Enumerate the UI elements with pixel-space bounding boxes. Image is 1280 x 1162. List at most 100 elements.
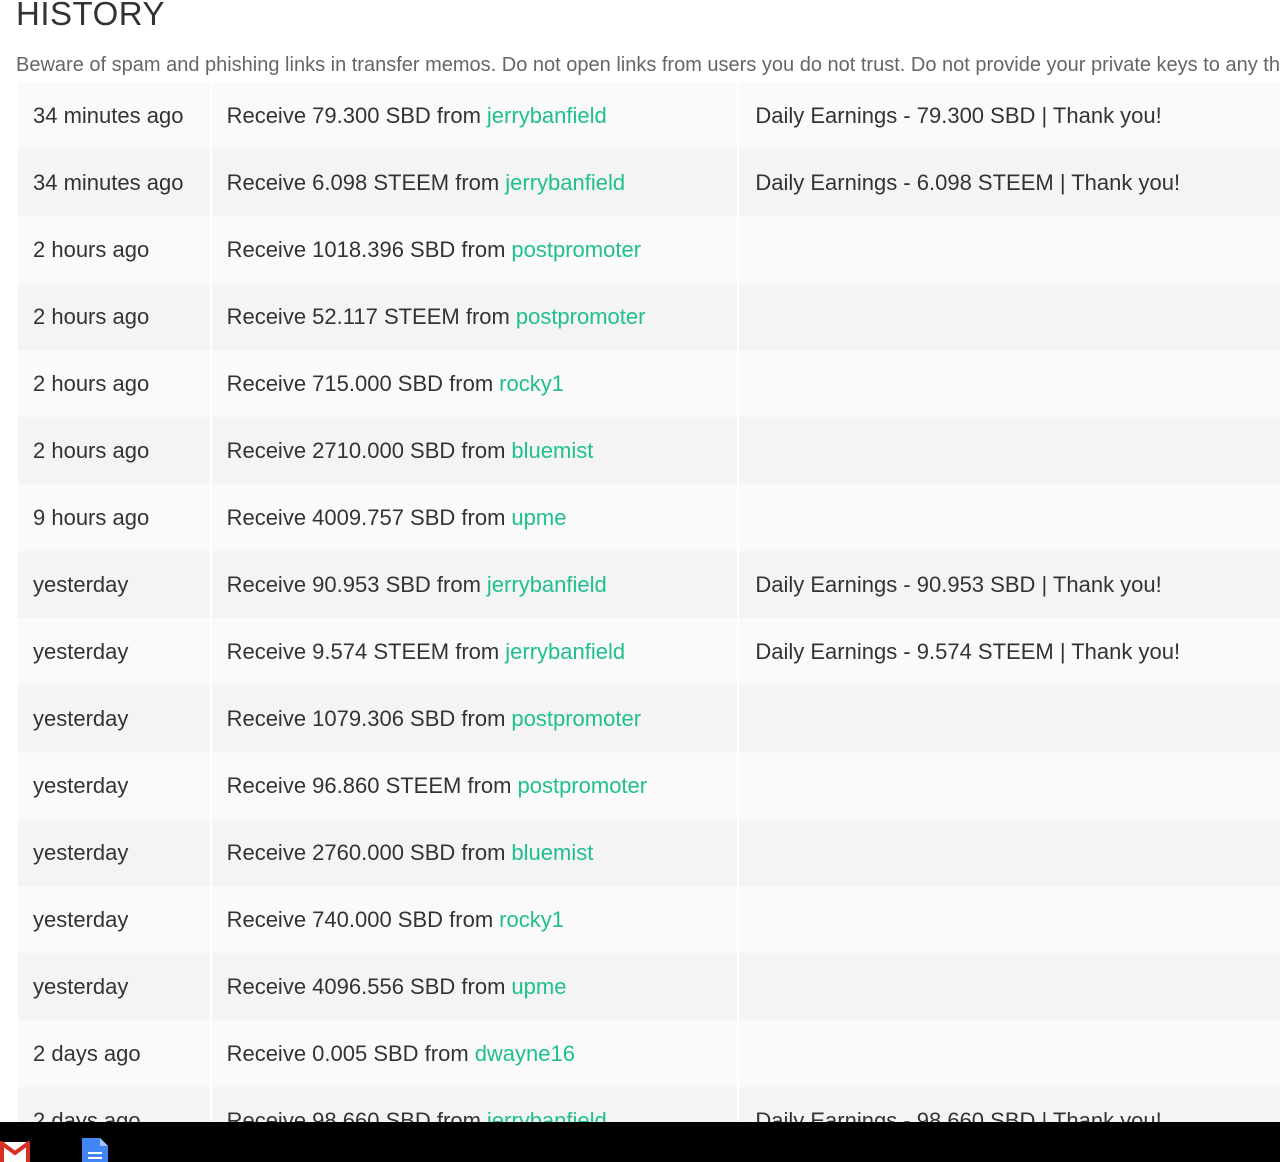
table-row: yesterday Receive 4096.556 SBD from upme (18, 953, 1280, 1020)
table-row: yesterday Receive 90.953 SBD from jerryban… (18, 551, 1280, 618)
memo-cell (739, 819, 1280, 886)
memo-text: Daily Earnings - 79.300 SBD | Thank you! (755, 102, 1162, 128)
time-text: yesterday (33, 571, 129, 597)
sender-user-link[interactable]: postpromoter (511, 706, 641, 732)
gmail-icon[interactable] (0, 1138, 30, 1162)
table-row: 2 hours ago Receive 2710.000 SBD from blue… (18, 417, 1280, 484)
table-row: 2 hours ago Receive 52.117 STEEM from post… (18, 283, 1280, 350)
description-cell: Receive 6.098 STEEM from jerrybanfield (211, 149, 738, 216)
time-cell: 2 hours ago (18, 417, 210, 484)
memo-cell (739, 417, 1280, 484)
time-cell: 2 hours ago (18, 216, 210, 283)
sender-user-link[interactable]: rocky1 (499, 907, 564, 933)
table-row: yesterday Receive 740.000 SBD from rocky1 (18, 886, 1280, 953)
table-row: 9 hours ago Receive 4009.757 SBD from upme (18, 484, 1280, 551)
table-row: yesterday Receive 2760.000 SBD from bluemi… (18, 819, 1280, 886)
time-text: yesterday (33, 772, 129, 798)
sender-user-link[interactable]: bluemist (511, 840, 593, 866)
time-text: 2 hours ago (33, 370, 150, 396)
description-cell: Receive 79.300 SBD from jerrybanfield (211, 82, 738, 149)
memo-text: Daily Earnings - 90.953 SBD | Thank you! (755, 571, 1162, 597)
sender-user-link[interactable]: upme (511, 505, 566, 531)
time-text: yesterday (33, 906, 129, 932)
table-row: yesterday Receive 9.574 STEEM from jerryba… (18, 618, 1280, 685)
memo-cell (739, 484, 1280, 551)
sender-user-link[interactable]: jerrybanfield (487, 572, 607, 598)
transfer-description: Receive 0.005 SBD from (226, 1040, 469, 1066)
memo-cell: Daily Earnings - 90.953 SBD | Thank you! (739, 551, 1280, 618)
sender-user-link[interactable]: jerrybanfield (487, 103, 607, 129)
memo-cell (739, 1020, 1280, 1087)
memo-cell (739, 350, 1280, 417)
page: HISTORY Beware of spam and phishing link… (0, 0, 1280, 1162)
transfer-description: Receive 4096.556 SBD from (226, 973, 506, 999)
memo-cell (739, 953, 1280, 1020)
transfer-description: Receive 6.098 STEEM from (226, 169, 500, 195)
memo-cell (739, 216, 1280, 283)
transfer-description: Receive 9.574 STEEM from (226, 638, 500, 664)
time-cell: 34 minutes ago (18, 82, 210, 149)
time-cell: yesterday (18, 551, 210, 618)
memo-cell (739, 886, 1280, 953)
sender-user-link[interactable]: postpromoter (511, 237, 641, 263)
description-cell: Receive 9.574 STEEM from jerrybanfield (211, 618, 738, 685)
memo-cell: Daily Earnings - 6.098 STEEM | Thank you… (739, 149, 1280, 216)
sender-user-link[interactable]: jerrybanfield (505, 170, 625, 196)
transfer-description: Receive 740.000 SBD from (226, 906, 494, 932)
sender-user-link[interactable]: bluemist (511, 438, 593, 464)
phishing-warning: Beware of spam and phishing links in tra… (16, 54, 1280, 76)
sender-user-link[interactable]: rocky1 (499, 371, 564, 397)
time-cell: yesterday (18, 819, 210, 886)
transfer-description: Receive 1018.396 SBD from (226, 236, 506, 262)
time-cell: yesterday (18, 618, 210, 685)
description-cell: Receive 740.000 SBD from rocky1 (211, 886, 738, 953)
time-text: 2 hours ago (33, 437, 150, 463)
sender-user-link[interactable]: postpromoter (516, 304, 646, 330)
time-cell: 9 hours ago (18, 484, 210, 551)
transfer-description: Receive 90.953 SBD from (226, 571, 481, 597)
history-table: 34 minutes ago Receive 79.300 SBD from jer… (18, 82, 1280, 1154)
time-text: yesterday (33, 638, 129, 664)
description-cell: Receive 90.953 SBD from jerrybanfield (211, 551, 738, 618)
description-cell: Receive 4096.556 SBD from upme (211, 953, 738, 1020)
transfer-description: Receive 4009.757 SBD from (226, 504, 506, 530)
sender-user-link[interactable]: dwayne16 (475, 1041, 575, 1067)
sender-user-link[interactable]: postpromoter (517, 773, 647, 799)
description-cell: Receive 96.860 STEEM from postpromoter (211, 752, 738, 819)
page-title: HISTORY (16, 0, 165, 32)
table-row: 2 hours ago Receive 1018.396 SBD from post… (18, 216, 1280, 283)
memo-cell (739, 283, 1280, 350)
memo-cell (739, 685, 1280, 752)
transfer-description: Receive 2760.000 SBD from (226, 839, 506, 865)
time-text: yesterday (33, 973, 129, 999)
memo-text: Daily Earnings - 9.574 STEEM | Thank you… (755, 638, 1181, 664)
table-row: yesterday Receive 96.860 STEEM from postpr… (18, 752, 1280, 819)
description-cell: Receive 1018.396 SBD from postpromoter (211, 216, 738, 283)
memo-text: Daily Earnings - 6.098 STEEM | Thank you… (755, 169, 1181, 195)
time-text: 2 hours ago (33, 236, 150, 262)
description-cell: Receive 4009.757 SBD from upme (211, 484, 738, 551)
time-cell: 2 hours ago (18, 283, 210, 350)
transfer-description: Receive 715.000 SBD from (226, 370, 494, 396)
time-text: yesterday (33, 839, 129, 865)
description-cell: Receive 715.000 SBD from rocky1 (211, 350, 738, 417)
table-row: 2 hours ago Receive 715.000 SBD from rocky… (18, 350, 1280, 417)
time-text: 9 hours ago (33, 504, 150, 530)
table-row: 2 days ago Receive 0.005 SBD from dwayne16 (18, 1020, 1280, 1087)
sender-user-link[interactable]: jerrybanfield (505, 639, 625, 665)
time-cell: yesterday (18, 953, 210, 1020)
description-cell: Receive 52.117 STEEM from postpromoter (211, 283, 738, 350)
time-cell: 2 days ago (18, 1020, 210, 1087)
memo-cell (739, 752, 1280, 819)
time-text: 34 minutes ago (33, 102, 184, 128)
time-text: 2 hours ago (33, 303, 150, 329)
time-cell: yesterday (18, 752, 210, 819)
sender-user-link[interactable]: upme (511, 974, 566, 1000)
description-cell: Receive 2710.000 SBD from bluemist (211, 417, 738, 484)
time-cell: yesterday (18, 685, 210, 752)
time-cell: 2 hours ago (18, 350, 210, 417)
description-cell: Receive 0.005 SBD from dwayne16 (211, 1020, 738, 1087)
table-row: 34 minutes ago Receive 6.098 STEEM from je… (18, 149, 1280, 216)
google-docs-icon[interactable] (80, 1136, 110, 1162)
transfer-description: Receive 1079.306 SBD from (226, 705, 506, 731)
